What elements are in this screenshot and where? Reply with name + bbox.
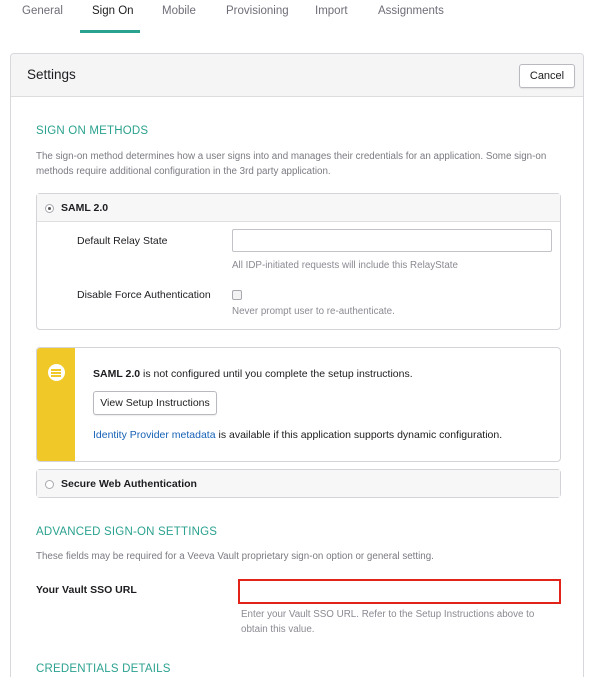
tab-mobile[interactable]: Mobile (162, 5, 196, 17)
saml-option-header[interactable]: SAML 2.0 (37, 194, 560, 222)
tab-assignments[interactable]: Assignments (378, 5, 444, 17)
tab-general[interactable]: General (22, 5, 63, 17)
saml-radio-label[interactable]: SAML 2.0 (61, 202, 108, 214)
disable-force-auth-label: Disable Force Authentication (77, 289, 211, 301)
sign-on-methods-description: The sign-on method determines how a user… (36, 151, 547, 177)
list-icon (48, 364, 65, 381)
force-auth-help: Never prompt user to re-authenticate. (232, 306, 395, 317)
notice-metadata-text: Identity Provider metadata is available … (93, 429, 502, 441)
settings-title: Settings (27, 67, 76, 82)
saml-option-box: SAML 2.0 Default Relay State All IDP-ini… (36, 193, 561, 330)
active-tab-indicator (80, 30, 140, 33)
identity-provider-metadata-link[interactable]: Identity Provider metadata (93, 429, 216, 441)
notice-metadata-rest: is available if this application support… (215, 429, 503, 441)
settings-panel: Settings Cancel SIGN ON METHODS The sign… (10, 53, 584, 677)
swa-radio-label[interactable]: Secure Web Authentication (61, 478, 197, 490)
cancel-button[interactable]: Cancel (519, 64, 575, 88)
default-relay-state-label: Default Relay State (77, 235, 168, 247)
vault-sso-url-help: Enter your Vault SSO URL. Refer to the S… (241, 609, 535, 635)
notice-message: SAML 2.0 is not configured until you com… (93, 368, 413, 380)
relay-state-help: All IDP-initiated requests will include … (232, 260, 458, 271)
credentials-details-title: CREDENTIALS DETAILS (36, 663, 171, 675)
setup-notice: SAML 2.0 is not configured until you com… (36, 347, 561, 462)
sign-on-methods-title: SIGN ON METHODS (36, 125, 149, 137)
settings-header: Settings Cancel (11, 54, 583, 97)
vault-sso-url-label: Your Vault SSO URL (36, 584, 137, 596)
vault-sso-url-input[interactable] (238, 579, 561, 604)
notice-method-name: SAML 2.0 (93, 368, 141, 380)
swa-radio[interactable] (45, 480, 54, 489)
disable-force-auth-checkbox[interactable] (232, 290, 242, 300)
advanced-settings-title: ADVANCED SIGN-ON SETTINGS (36, 526, 218, 538)
view-setup-instructions-button[interactable]: View Setup Instructions (93, 391, 217, 415)
default-relay-state-input[interactable] (232, 229, 552, 252)
notice-message-rest: is not configured until you complete the… (140, 368, 413, 380)
advanced-settings-description: These fields may be required for a Veeva… (36, 551, 434, 562)
swa-option-box: Secure Web Authentication (36, 469, 561, 498)
swa-option-header[interactable]: Secure Web Authentication (37, 470, 560, 497)
saml-radio[interactable] (45, 204, 54, 213)
tab-sign-on[interactable]: Sign On (92, 5, 134, 17)
notice-accent-bar (37, 348, 75, 461)
tab-provisioning[interactable]: Provisioning (226, 5, 289, 17)
app-tabs: General Sign On Mobile Provisioning Impo… (0, 0, 591, 34)
tab-import[interactable]: Import (315, 5, 348, 17)
